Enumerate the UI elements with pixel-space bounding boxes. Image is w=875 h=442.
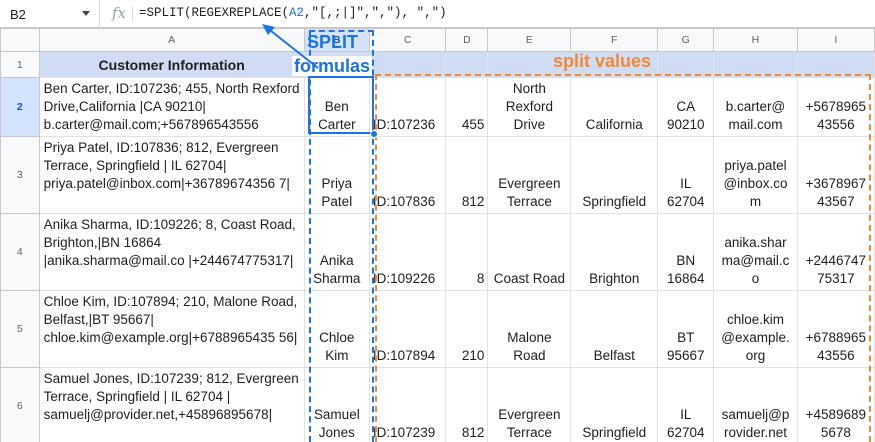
split-annotation: SPLIT bbox=[307, 32, 359, 52]
split-state-cell[interactable]: IL 62704 bbox=[657, 367, 715, 442]
customer-info-cell[interactable]: Anika Sharma, ID:109226; 8, Coast Road, … bbox=[38, 213, 305, 291]
split-name-cell[interactable]: Priya Patel bbox=[303, 136, 370, 214]
cell-g1[interactable] bbox=[657, 51, 715, 78]
cell-reference: B2 bbox=[10, 6, 26, 22]
column-header-c[interactable]: C bbox=[368, 28, 447, 52]
split-city-cell[interactable]: Springfield bbox=[570, 367, 659, 442]
formulas-annotation: formulas bbox=[292, 56, 373, 76]
customer-info-cell[interactable]: Samuel Jones, ID:107239; 812, Evergreen … bbox=[38, 367, 305, 442]
split-email-cell[interactable]: priya.patel @inbox.co m bbox=[713, 136, 798, 214]
split-number-cell[interactable]: 812 bbox=[445, 367, 489, 442]
split-email-cell[interactable]: b.carter@ mail.com bbox=[713, 77, 798, 137]
column-header-a[interactable]: A bbox=[38, 28, 305, 52]
column-header-g[interactable]: G bbox=[657, 28, 715, 52]
formula-separator bbox=[132, 6, 133, 22]
split-email-cell[interactable]: chloe.kim @example. org bbox=[713, 290, 798, 368]
split-name-cell[interactable]: Samuel Jones bbox=[303, 367, 370, 442]
split-number-cell[interactable]: 455 bbox=[445, 77, 489, 137]
row-header-6[interactable]: 6 bbox=[0, 367, 40, 442]
split-email-cell[interactable]: anika.shar ma@mail.c o bbox=[713, 213, 798, 291]
fx-icon: fx bbox=[112, 4, 127, 22]
split-street-cell[interactable]: Evergreen Terrace bbox=[487, 367, 572, 442]
split-street-cell[interactable]: Evergreen Terrace bbox=[487, 136, 572, 214]
chevron-down-icon[interactable] bbox=[82, 11, 90, 16]
split-id-cell[interactable]: ID:109226 bbox=[368, 213, 447, 291]
split-phone-cell[interactable]: +5678965 43556 bbox=[796, 77, 875, 137]
formula-bar: B2 fx =SPLIT(REGEXREPLACE(A2,"[,;|]",","… bbox=[0, 0, 875, 28]
split-name-cell[interactable]: Ben Carter bbox=[303, 77, 370, 137]
split-id-cell[interactable]: ID:107836 bbox=[368, 136, 447, 214]
row-header-5[interactable]: 5 bbox=[0, 290, 40, 368]
cell-i1[interactable] bbox=[796, 51, 875, 78]
split-phone-cell[interactable]: +3678967 43567 bbox=[796, 136, 875, 214]
split-phone-cell[interactable]: +4589689 5678 bbox=[796, 367, 875, 442]
table-row: 5 Chloe Kim, ID:107894; 210, Malone Road… bbox=[0, 290, 875, 368]
column-header-i[interactable]: I bbox=[796, 28, 875, 52]
customer-info-cell[interactable]: Ben Carter, ID:107236; 455, North Rexfor… bbox=[38, 77, 305, 137]
select-all-corner[interactable] bbox=[0, 28, 40, 52]
table-row: 2 Ben Carter, ID:107236; 455, North Rexf… bbox=[0, 77, 875, 137]
cell-h1[interactable] bbox=[713, 51, 798, 78]
customer-info-cell[interactable]: Priya Patel, ID:107836; 812, Evergreen T… bbox=[38, 136, 305, 214]
column-header-e[interactable]: E bbox=[487, 28, 572, 52]
split-number-cell[interactable]: 210 bbox=[445, 290, 489, 368]
split-id-cell[interactable]: ID:107239 bbox=[368, 367, 447, 442]
cell-c1[interactable] bbox=[368, 51, 447, 78]
formula-prefix: =SPLIT(REGEXREPLACE( bbox=[139, 6, 290, 20]
formula-suffix: ,"[,;|]",","), ",") bbox=[304, 6, 447, 20]
row-header-4[interactable]: 4 bbox=[0, 213, 40, 291]
split-state-cell[interactable]: IL 62704 bbox=[657, 136, 715, 214]
split-city-cell[interactable]: Brighton bbox=[570, 213, 659, 291]
split-id-cell[interactable]: ID:107236 bbox=[368, 77, 447, 137]
row-header-3[interactable]: 3 bbox=[0, 136, 40, 214]
split-city-cell[interactable]: California bbox=[570, 77, 659, 137]
customer-information-header[interactable]: Customer Information bbox=[38, 51, 305, 78]
split-phone-cell[interactable]: +6788965 43556 bbox=[796, 290, 875, 368]
table-row: 4 Anika Sharma, ID:109226; 8, Coast Road… bbox=[0, 213, 875, 291]
row-header-1[interactable]: 1 bbox=[0, 51, 40, 78]
split-street-cell[interactable]: Coast Road bbox=[487, 213, 572, 291]
cell-d1[interactable] bbox=[445, 51, 489, 78]
split-values-annotation: split values bbox=[553, 51, 652, 71]
split-id-cell[interactable]: ID:107894 bbox=[368, 290, 447, 368]
split-street-cell[interactable]: North Rexford Drive bbox=[487, 77, 572, 137]
column-header-d[interactable]: D bbox=[445, 28, 489, 52]
split-state-cell[interactable]: BT 95667 bbox=[657, 290, 715, 368]
formula-cell-ref: A2 bbox=[289, 6, 305, 20]
table-row: 6 Samuel Jones, ID:107239; 812, Evergree… bbox=[0, 367, 875, 442]
fill-handle[interactable] bbox=[370, 130, 378, 138]
split-number-cell[interactable]: 812 bbox=[445, 136, 489, 214]
split-state-cell[interactable]: BN 16864 bbox=[657, 213, 715, 291]
column-header-h[interactable]: H bbox=[713, 28, 798, 52]
split-street-cell[interactable]: Malone Road bbox=[487, 290, 572, 368]
split-city-cell[interactable]: Springfield bbox=[570, 136, 659, 214]
row-header-2[interactable]: 2 bbox=[0, 77, 40, 137]
customer-info-cell[interactable]: Chloe Kim, ID:107894; 210, Malone Road, … bbox=[38, 290, 305, 368]
table-row: 3 Priya Patel, ID:107836; 812, Evergreen… bbox=[0, 136, 875, 214]
split-phone-cell[interactable]: +2446747 75317 bbox=[796, 213, 875, 291]
split-state-cell[interactable]: CA 90210 bbox=[657, 77, 715, 137]
name-box[interactable]: B2 bbox=[0, 0, 100, 28]
split-number-cell[interactable]: 8 bbox=[445, 213, 489, 291]
split-name-cell[interactable]: Anika Sharma bbox=[303, 213, 370, 291]
formula-input[interactable]: =SPLIT(REGEXREPLACE(A2,"[,;|]",","), ","… bbox=[139, 6, 447, 20]
spreadsheet-grid: A B C D E F G H I 1 Customer Information… bbox=[0, 28, 875, 442]
split-city-cell[interactable]: Belfast bbox=[570, 290, 659, 368]
column-header-f[interactable]: F bbox=[570, 28, 659, 52]
split-email-cell[interactable]: samuelj@p rovider.net bbox=[713, 367, 798, 442]
split-name-cell[interactable]: Chloe Kim bbox=[303, 290, 370, 368]
